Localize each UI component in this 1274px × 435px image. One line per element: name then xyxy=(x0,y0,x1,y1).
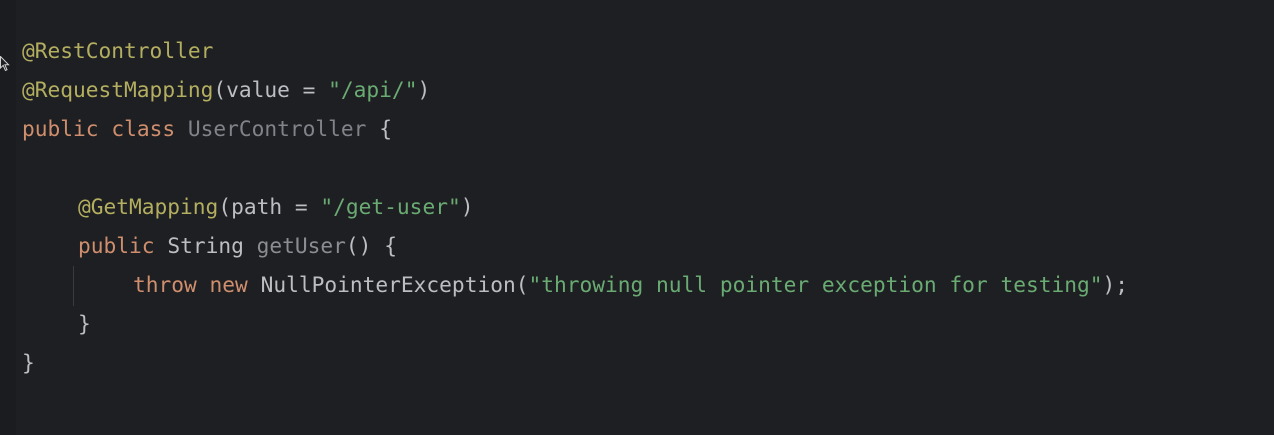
brace-token: { xyxy=(379,116,392,141)
keyword-token: public xyxy=(78,233,155,258)
code-line-4[interactable] xyxy=(22,148,1274,187)
string-literal: "/api/" xyxy=(328,77,418,102)
brace-token: } xyxy=(22,350,35,375)
code-editor[interactable]: @RestController @RequestMapping(value = … xyxy=(0,0,1274,435)
plain-token: ) xyxy=(417,77,431,102)
plain-token: () { xyxy=(345,233,397,258)
keyword-token: public xyxy=(22,116,99,141)
plain-token: ( xyxy=(515,272,529,297)
code-line-5[interactable]: @GetMapping(path = "/get-user") xyxy=(22,187,1274,226)
annotation-token: @RequestMapping xyxy=(22,77,214,102)
keyword-token: class xyxy=(111,116,176,141)
keyword-token: new xyxy=(209,272,248,297)
mouse-pointer-icon xyxy=(0,56,10,72)
type-token: String xyxy=(167,233,244,258)
type-token: NullPointerException xyxy=(260,272,516,297)
method-name-token: getUser xyxy=(256,233,346,258)
brace-token: } xyxy=(78,311,91,336)
code-line-3[interactable]: public class UserController { xyxy=(22,109,1274,148)
code-line-2[interactable]: @RequestMapping(value = "/api/") xyxy=(22,70,1274,109)
string-literal: "/get-user" xyxy=(320,194,461,219)
plain-token: (value = xyxy=(213,77,329,102)
plain-token: ) xyxy=(460,194,474,219)
annotation-token: @GetMapping xyxy=(78,194,219,219)
plain-token: ); xyxy=(1102,272,1129,297)
keyword-token: throw xyxy=(133,272,197,297)
code-line-9[interactable]: } xyxy=(22,343,1274,382)
annotation-token: @RestController xyxy=(22,38,214,63)
code-line-8[interactable]: } xyxy=(22,304,1274,343)
code-line-1[interactable]: @RestController xyxy=(22,31,1274,70)
code-line-7[interactable]: throw new NullPointerException("throwing… xyxy=(22,265,1274,304)
plain-token: (path = xyxy=(218,194,321,219)
class-name-token: UserController xyxy=(187,116,367,141)
code-area[interactable]: @RestController @RequestMapping(value = … xyxy=(22,31,1274,382)
code-line-6[interactable]: public String getUser() { xyxy=(22,226,1274,265)
string-literal: "throwing null pointer exception for tes… xyxy=(528,272,1103,297)
